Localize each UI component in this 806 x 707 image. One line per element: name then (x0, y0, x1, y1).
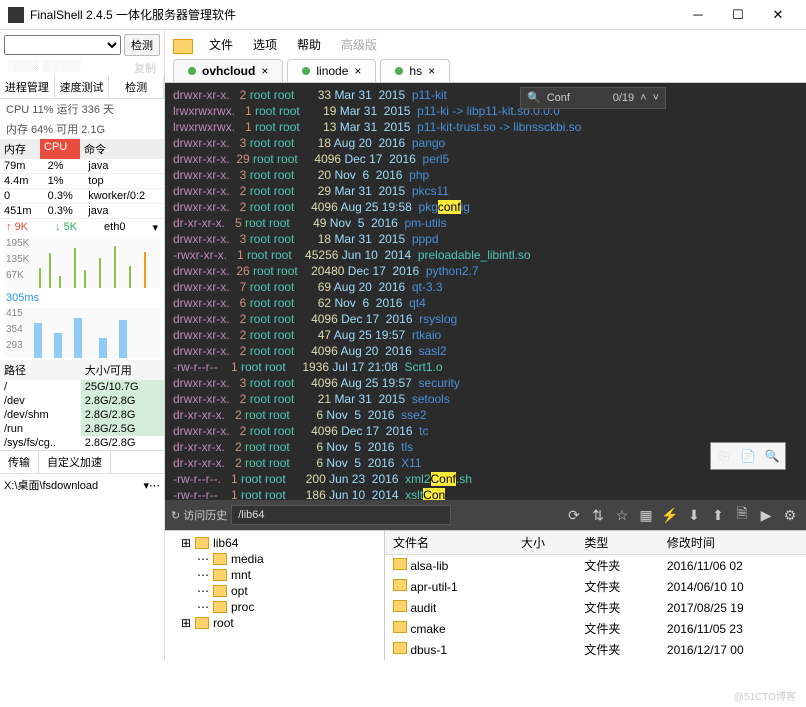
disk-table: 路径大小/可用 /25G/10.7G/dev2.8G/2.8G/dev/shm2… (0, 360, 164, 450)
file-row[interactable]: audit文件夹2017/08/25 19 (385, 597, 806, 618)
search-down-icon[interactable]: ˅ (653, 90, 659, 106)
session-tabs: ovhcloud× linode× hs× (165, 59, 806, 83)
tab-process[interactable]: 进程管理 (0, 76, 55, 98)
net-down: ↓ 5K (55, 221, 77, 234)
folder-tree[interactable]: ⊞lib64⋯media⋯mnt⋯opt⋯proc⊞root (165, 531, 385, 660)
local-path: X:\桌面\fsdownload (4, 477, 98, 493)
title-bar: FinalShell 2.4.5 一体化服务器管理软件 ─ ☐ ✕ (0, 0, 806, 30)
host-select[interactable] (4, 35, 121, 55)
gear-icon[interactable]: ⚙ (780, 507, 800, 524)
tab-ovhcloud[interactable]: ovhcloud× (173, 59, 283, 82)
browse-icon[interactable]: ⋯ (149, 479, 160, 492)
file-row[interactable]: alsa-lib文件夹2016/11/06 02 (385, 555, 806, 577)
tree-node[interactable]: ⊞lib64 (169, 535, 380, 551)
copy-label[interactable]: 复制 (134, 60, 156, 76)
col-cpu[interactable]: CPU (40, 139, 80, 159)
mem-stat: 内存 64% 可用 2.1G (0, 119, 164, 139)
tree-node[interactable]: ⋯mnt (169, 567, 380, 583)
menu-help[interactable]: 帮助 (293, 34, 325, 55)
col-cmd[interactable]: 命令 (80, 139, 110, 159)
tab-detect[interactable]: 检测 (109, 76, 164, 98)
close-icon[interactable]: × (261, 64, 268, 78)
close-button[interactable]: ✕ (758, 1, 798, 29)
bolt-icon[interactable]: ⚡ (660, 507, 680, 524)
menu-option[interactable]: 选项 (249, 34, 281, 55)
history-button[interactable]: ↻ 访问历史 (171, 507, 227, 523)
tree-node[interactable]: ⋯opt (169, 583, 380, 599)
process-row[interactable]: 451m0.3%java (0, 204, 164, 219)
search-count: 0/19 (613, 90, 634, 106)
col-mem[interactable]: 内存 (0, 139, 40, 159)
search-box: 🔍 0/19 ˄ ˅ (520, 87, 666, 109)
process-row[interactable]: 4.4m1%top (0, 174, 164, 189)
file-list[interactable]: 文件名大小类型修改时间 alsa-lib文件夹2016/11/06 02 apr… (385, 531, 806, 660)
terminal[interactable]: 🔍 0/19 ˄ ˅ drwxr-xr-x. 2 root root 33 Ma… (165, 83, 806, 500)
paste-icon[interactable]: 📄 (739, 447, 757, 465)
command-bar: ↻ 访问历史 ⟳ ⇅ ☆ ▦ ⚡ ⬇ ⬆ 🗎 ▶ ⚙ (165, 500, 806, 530)
lat-chart: 415 354 293 (4, 308, 160, 358)
main-area: 文件 选项 帮助 高级版 ovhcloud× linode× hs× 🔍 0/1… (165, 30, 806, 660)
grid-icon[interactable]: ▦ (636, 507, 656, 524)
tree-node[interactable]: ⊞root (169, 615, 380, 631)
menu-advanced[interactable]: 高级版 (337, 34, 381, 55)
chevron-down-icon[interactable]: ▾ (152, 221, 158, 234)
detect-button[interactable]: 检测 (124, 34, 160, 56)
file-row[interactable]: cmake文件夹2016/11/05 23 (385, 618, 806, 639)
sidebar: 检测 ░░░░ ░░░░░复制 进程管理 速度测试 检测 CPU 11% 运行 … (0, 30, 165, 660)
disk-row[interactable]: /25G/10.7G (0, 380, 164, 394)
open-folder-icon[interactable] (173, 37, 193, 53)
latency: 305ms (0, 290, 164, 306)
process-row[interactable]: 00.3%kworker/0:2 (0, 189, 164, 204)
doc-icon[interactable]: 🗎 (732, 503, 752, 527)
close-icon[interactable]: × (354, 64, 361, 78)
process-row[interactable]: 79m2%java (0, 159, 164, 174)
search-icon: 🔍 (527, 90, 541, 106)
file-row[interactable]: apr-util-1文件夹2014/06/10 10 (385, 576, 806, 597)
terminal-toolbox: ⎘ 📄 🔍 (710, 442, 786, 470)
download-icon[interactable]: ⬇ (684, 507, 704, 524)
minimize-button[interactable]: ─ (678, 1, 718, 29)
net-chart: 195K 135K 67K (4, 238, 160, 288)
play-icon[interactable]: ▶ (756, 507, 776, 524)
sync-icon[interactable]: ⇅ (588, 507, 608, 524)
app-icon (8, 7, 24, 23)
disk-row[interactable]: /dev2.8G/2.8G (0, 394, 164, 408)
tab-accel[interactable]: 自定义加速 (39, 451, 111, 473)
net-up: ↑ 9K (6, 221, 28, 234)
copy-icon[interactable]: ⎘ (715, 447, 733, 465)
disk-row[interactable]: /dev/shm2.8G/2.8G (0, 408, 164, 422)
tab-hs[interactable]: hs× (380, 59, 450, 82)
star-icon[interactable]: ☆ (612, 507, 632, 524)
close-icon[interactable]: × (428, 64, 435, 78)
path-input[interactable] (231, 505, 451, 525)
tab-linode[interactable]: linode× (287, 59, 376, 82)
window-title: FinalShell 2.4.5 一体化服务器管理软件 (30, 6, 678, 23)
tab-transfer[interactable]: 传输 (0, 451, 39, 473)
refresh-icon[interactable]: ⟳ (564, 507, 584, 524)
cpu-stat: CPU 11% 运行 336 天 (0, 99, 164, 119)
net-iface: eth0 (104, 221, 125, 234)
search-icon[interactable]: 🔍 (763, 447, 781, 465)
disk-row[interactable]: /run2.8G/2.5G (0, 422, 164, 436)
search-up-icon[interactable]: ˄ (640, 90, 646, 106)
search-input[interactable] (547, 92, 607, 104)
tab-speed[interactable]: 速度测试 (55, 76, 110, 98)
menu-file[interactable]: 文件 (205, 34, 237, 55)
maximize-button[interactable]: ☐ (718, 1, 758, 29)
process-table: 79m2%java4.4m1%top00.3%kworker/0:2451m0.… (0, 159, 164, 219)
tree-node[interactable]: ⋯media (169, 551, 380, 567)
upload-icon[interactable]: ⬆ (708, 507, 728, 524)
file-browser: ⊞lib64⋯media⋯mnt⋯opt⋯proc⊞root 文件名大小类型修改… (165, 530, 806, 660)
watermark: @51CTO博客 (734, 688, 796, 703)
file-row[interactable]: dbus-1文件夹2016/12/17 00 (385, 639, 806, 660)
disk-row[interactable]: /sys/fs/cg..2.8G/2.8G (0, 436, 164, 450)
tree-node[interactable]: ⋯proc (169, 599, 380, 615)
